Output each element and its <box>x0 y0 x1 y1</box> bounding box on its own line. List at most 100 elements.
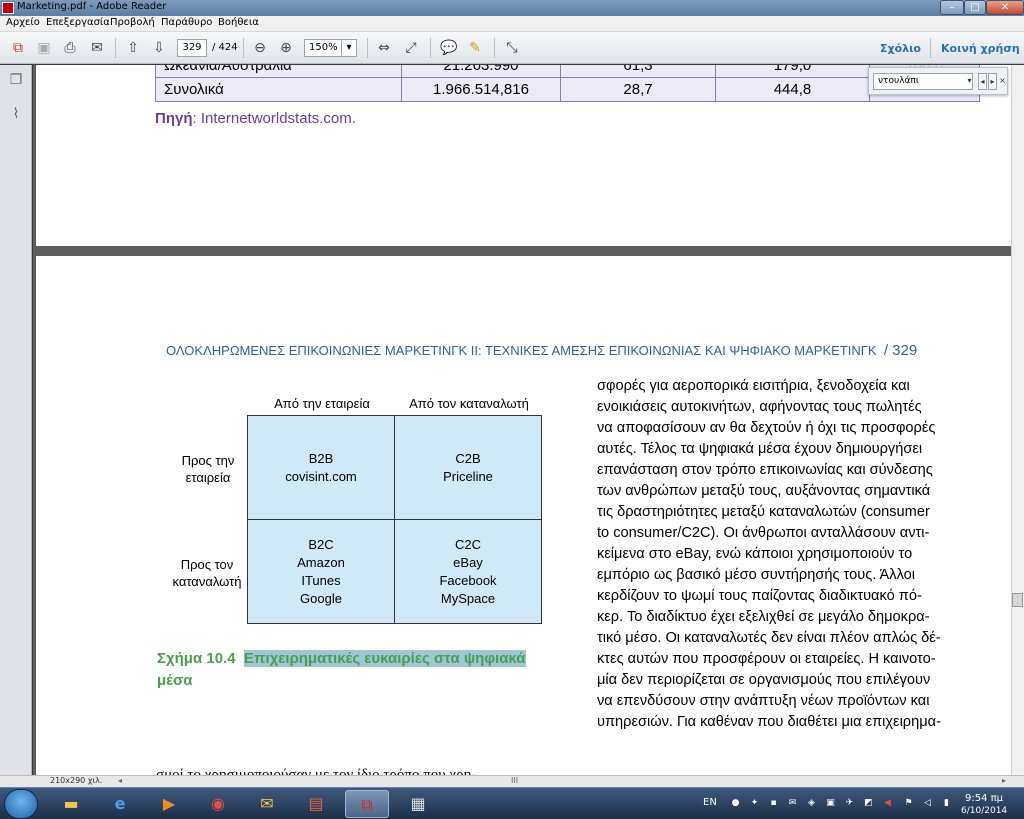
page-number-input[interactable]: 329 <box>177 39 207 57</box>
window-title: Marketing.pdf - Adobe Reader <box>17 1 167 12</box>
tray-icon[interactable]: ▪ <box>768 798 779 809</box>
find-close-button[interactable]: × <box>998 73 1007 90</box>
find-previous-button[interactable]: ◂ <box>978 73 987 90</box>
share-panel-link[interactable]: Κοινή χρήση <box>941 42 1020 55</box>
source-note: Πηγή: Internetworldstats.com. <box>155 110 356 127</box>
table-cell: 444,8 <box>715 77 870 102</box>
language-indicator[interactable]: EN <box>703 797 717 808</box>
matrix-cell-line: Facebook <box>439 572 497 588</box>
page-thumbnails-icon[interactable]: ❐ <box>7 71 25 89</box>
zoom-input[interactable]: 150% <box>304 39 342 57</box>
table-cell: Συνολικά <box>155 77 402 102</box>
caption-title-highlighted[interactable]: Επιχειρηματικές ευκαιρίες στα ψηφιακά <box>243 650 526 667</box>
page-number: / 329 <box>883 342 918 359</box>
menu-window[interactable]: Παράθυρο <box>161 17 212 28</box>
clock-time[interactable]: 9:54 πμ <box>965 793 1003 804</box>
chrome-icon[interactable]: ◉ <box>196 790 240 818</box>
fullscreen-icon[interactable]: ⤡ <box>503 39 521 57</box>
body-line: ενοικιάσεις αυτοκινήτων, αφήνοντας τους … <box>597 399 922 415</box>
document-icon[interactable]: ▦ <box>396 790 440 818</box>
fit-page-icon[interactable]: ⤢ <box>402 39 420 57</box>
find-dropdown-icon[interactable]: ▾ <box>965 73 974 90</box>
table-cell: 1.966.514,816 <box>401 77 561 102</box>
attachments-icon[interactable]: ⌇ <box>7 105 25 123</box>
fit-width-icon[interactable]: ⇔ <box>375 39 393 57</box>
matrix-cell-line: Priceline <box>443 468 493 484</box>
toolbar-separator <box>243 38 244 58</box>
outlook-icon[interactable]: ✉ <box>245 790 289 818</box>
find-next-button[interactable]: ▸ <box>988 73 997 90</box>
tray-icon[interactable]: ▣ <box>825 798 836 809</box>
matrix-cell-line: MySpace <box>440 590 496 606</box>
running-header-text: ΟΛΟΚΛΗΡΩΜΕΝΕΣ ΕΠΙΚΟΙΝΩΝΙΕΣ ΜΑΡΚΕΤΙΝΓΚ ΙΙ… <box>166 343 877 358</box>
scroll-left-icon[interactable]: ◂ <box>118 776 122 785</box>
body-line: να επενδύσουν στην ανάπτυξη νέων προϊόντ… <box>597 693 930 709</box>
toolbar-separator <box>367 38 368 58</box>
menu-edit[interactable]: Επεξεργασία <box>46 17 110 28</box>
media-player-icon[interactable]: ▶ <box>147 790 191 818</box>
matrix-cell-c2b: C2B Priceline <box>394 415 542 520</box>
taskbar: ▬ e ▶ ◉ ✉ ▤ ⧉ ▦ EN ● ✦ ▪ ✉ ◈ ▣ ✈ ◩ ◀ ⚑ ◁… <box>0 787 1024 819</box>
vertical-scrollbar-thumb[interactable] <box>1012 593 1023 607</box>
menu-file[interactable]: Αρχείο <box>6 17 40 28</box>
document-viewer[interactable]: Ωκεανία/Αυστραλία 21.263.990 61,3 179,0 … <box>33 65 1011 775</box>
tray-icon[interactable]: ◩ <box>863 798 874 809</box>
comment-panel-link[interactable]: Σχόλιο <box>880 42 921 55</box>
matrix-cell-line: ITunes <box>301 572 341 588</box>
save-icon[interactable]: ▣ <box>35 39 53 57</box>
find-toolbar: ντουλάπι ▾ ◂ ▸ × <box>868 67 1008 95</box>
comment-icon[interactable]: 💬 <box>440 39 458 57</box>
tray-icon[interactable]: ● <box>730 798 741 809</box>
body-line: να αποφασίσουν αν θα δεχτούν ή όχι τις π… <box>597 420 936 436</box>
powerpoint-icon[interactable]: ▤ <box>294 790 338 818</box>
print-icon[interactable]: ⎙ <box>61 39 79 57</box>
table-cell: 61,3 <box>560 65 716 78</box>
tray-icon[interactable]: ✉ <box>787 798 798 809</box>
next-page-icon[interactable]: ⇩ <box>150 39 168 57</box>
network-icon[interactable]: ▮ <box>941 798 952 809</box>
maximize-button[interactable]: □ <box>964 0 986 15</box>
email-icon[interactable]: ✉ <box>88 39 106 57</box>
body-line: κτες αυτών που προσφέρουν οι εταιρείες. … <box>597 651 936 667</box>
zoom-dropdown-icon[interactable]: ▾ <box>341 39 357 57</box>
volume-icon[interactable]: ◁ <box>922 798 933 809</box>
toolbar-separator <box>930 38 931 58</box>
close-button[interactable]: ✕ <box>986 0 1024 15</box>
minimize-button[interactable]: – <box>940 0 964 15</box>
adobe-reader-icon[interactable]: ⧉ <box>345 790 389 818</box>
internet-explorer-icon[interactable]: e <box>98 790 142 818</box>
matrix-row-header-line: καταναλωτή <box>172 574 242 589</box>
action-center-icon[interactable]: ⚑ <box>903 798 914 809</box>
matrix-cell-b2c: B2C Amazon ITunes Google <box>247 519 395 624</box>
matrix-cell-line: Google <box>300 590 342 606</box>
horizontal-scrollbar-thumb[interactable]: III <box>511 776 518 785</box>
highlight-icon[interactable]: ✎ <box>466 39 484 57</box>
matrix-cell-line: Amazon <box>297 554 345 570</box>
menu-help[interactable]: Βοήθεια <box>218 17 259 28</box>
create-pdf-icon[interactable]: ⧉ <box>9 39 27 57</box>
tray-icon[interactable]: ◈ <box>806 798 817 809</box>
matrix-cell-line: eBay <box>453 554 483 570</box>
table-row: Συνολικά 1.966.514,816 28,7 444,8 100,0 <box>155 77 980 102</box>
tray-icon[interactable]: ◀ <box>882 798 893 809</box>
body-line: κερδίζουν το ψωμί τους παίζοντας διαδικτ… <box>597 588 922 604</box>
zoom-out-icon[interactable]: ⊖ <box>251 39 269 57</box>
clock-date[interactable]: 6/10/2014 <box>961 806 1007 816</box>
find-input[interactable]: ντουλάπι <box>873 73 973 90</box>
caption-number: Σχήμα 10.4 <box>157 650 236 667</box>
menu-view[interactable]: Προβολή <box>110 17 155 28</box>
tray-icon[interactable]: ✦ <box>749 798 760 809</box>
toolbar-separator <box>430 38 431 58</box>
body-line: υπηρεσιών. Για καθέναν που διαθέτει μια … <box>597 714 941 730</box>
pdf-page-current: ΟΛΟΚΛΗΡΩΜΕΝΕΣ ΕΠΙΚΟΙΝΩΝΙΕΣ ΜΑΡΚΕΤΙΝΓΚ ΙΙ… <box>36 256 1011 775</box>
toolbar-separator <box>115 38 116 58</box>
vertical-scrollbar[interactable] <box>1011 65 1024 775</box>
scroll-right-icon[interactable]: ▸ <box>1002 776 1006 785</box>
folder-icon[interactable]: ▬ <box>49 790 93 818</box>
tray-icon[interactable]: ✈ <box>844 798 855 809</box>
start-button[interactable] <box>4 789 38 819</box>
body-line: επανάσταση στον τρόπο επικοινωνίας και σ… <box>597 462 933 478</box>
zoom-in-icon[interactable]: ⊕ <box>277 39 295 57</box>
prev-page-icon[interactable]: ⇧ <box>124 39 142 57</box>
body-line: to consumer/C2C). Οι άνθρωποι ανταλλάσου… <box>597 525 930 541</box>
